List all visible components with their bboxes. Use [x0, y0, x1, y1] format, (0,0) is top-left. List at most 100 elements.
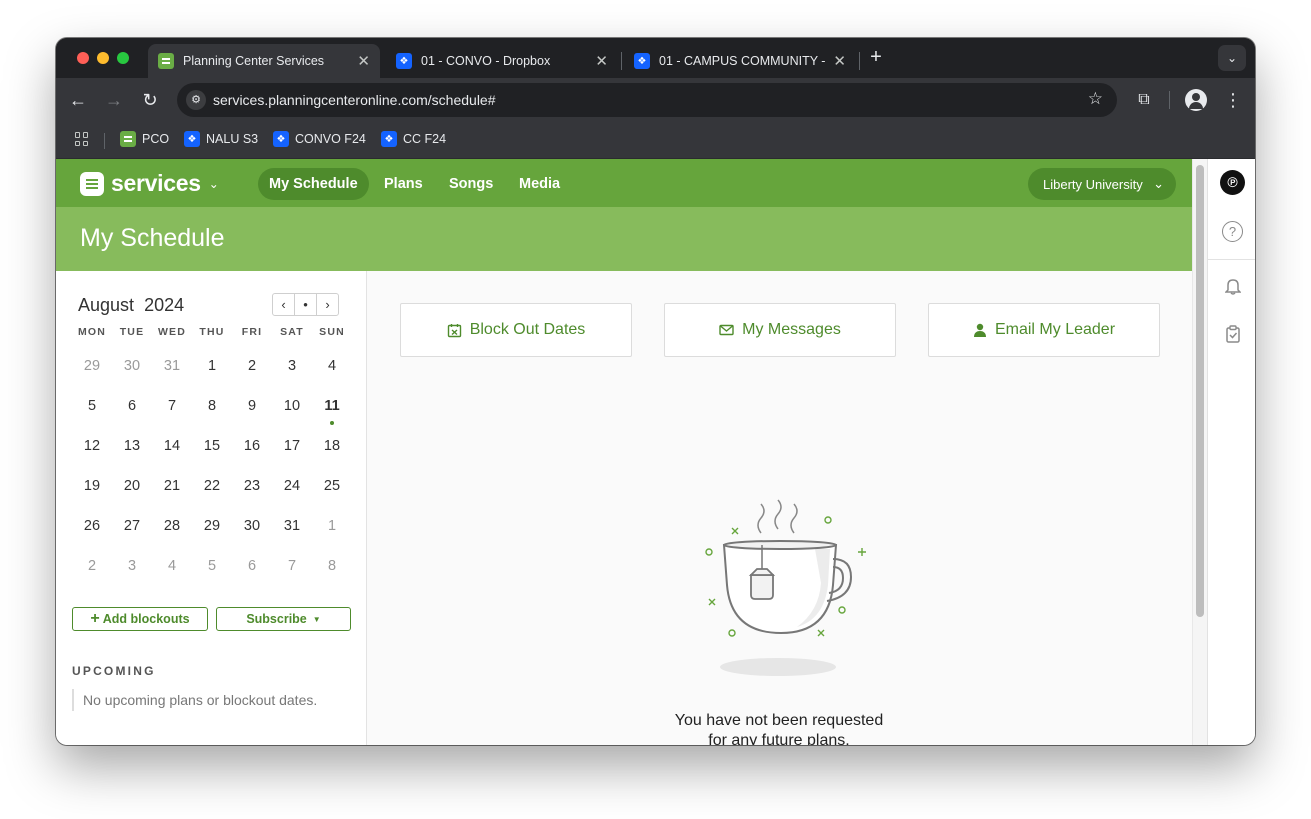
site-settings-icon[interactable]: ⚙: [186, 90, 206, 110]
nav-media[interactable]: Media: [508, 168, 571, 200]
browser-tab-convo-dropbox[interactable]: ❖ 01 - CONVO - Dropbox ✕: [386, 44, 618, 78]
calendar-day[interactable]: 12: [72, 438, 112, 454]
calendar-day[interactable]: 29: [192, 518, 232, 534]
calendar-day[interactable]: 3: [112, 558, 152, 574]
calendar-day[interactable]: 6: [112, 398, 152, 414]
close-tab-icon[interactable]: ✕: [357, 52, 370, 70]
nav-label: Songs: [449, 176, 494, 192]
calendar-day[interactable]: 19: [72, 478, 112, 494]
subscribe-button[interactable]: Subscribe ▼: [216, 607, 351, 631]
calendar-day[interactable]: 2: [72, 558, 112, 574]
calendar-day[interactable]: 14: [152, 438, 192, 454]
organization-name: Liberty University: [1043, 176, 1143, 192]
calendar-day[interactable]: 4: [152, 558, 192, 574]
browser-menu-icon[interactable]: ⋮: [1221, 88, 1245, 112]
tab-search-button[interactable]: ⌄: [1218, 45, 1246, 71]
calendar-day[interactable]: 31: [272, 518, 312, 534]
close-tab-icon[interactable]: ✕: [833, 52, 846, 70]
calendar-day[interactable]: 31: [152, 358, 192, 374]
close-window-button[interactable]: [77, 52, 89, 64]
calendar-day[interactable]: 30: [112, 358, 152, 374]
back-button[interactable]: ←: [66, 88, 90, 112]
bookmark-star-icon[interactable]: ☆: [1088, 89, 1103, 109]
minimize-window-button[interactable]: [97, 52, 109, 64]
calendar-day[interactable]: 7: [152, 398, 192, 414]
today-button[interactable]: •: [294, 293, 317, 316]
new-tab-button[interactable]: +: [866, 47, 886, 69]
calendar-day[interactable]: 1: [192, 358, 232, 374]
calendar-day[interactable]: 5: [192, 558, 232, 574]
calendar-day[interactable]: 4: [312, 358, 352, 374]
calendar-day[interactable]: 26: [72, 518, 112, 534]
planning-center-icon: [120, 131, 136, 147]
close-tab-icon[interactable]: ✕: [595, 52, 608, 70]
next-month-button[interactable]: ›: [316, 293, 339, 316]
calendar-day[interactable]: 5: [72, 398, 112, 414]
notifications-bell-icon[interactable]: [1222, 277, 1243, 298]
calendar-day[interactable]: 17: [272, 438, 312, 454]
bookmark-pco[interactable]: PCO: [120, 131, 169, 147]
reload-button[interactable]: ↻: [138, 88, 162, 112]
nav-plans[interactable]: Plans: [373, 168, 434, 200]
empty-state-line: for any future plans.: [708, 732, 850, 745]
tab-title: 01 - CAMPUS COMMUNITY -: [659, 54, 826, 68]
bookmark-cc-f24[interactable]: ❖ CC F24: [381, 131, 446, 147]
tab-divider: [859, 52, 860, 70]
bookmark-convo-f24[interactable]: ❖ CONVO F24: [273, 131, 366, 147]
extensions-icon[interactable]: ⧉: [1132, 88, 1156, 112]
empty-state-line: You have not been requested: [674, 712, 884, 729]
calendar-day[interactable]: 8: [192, 398, 232, 414]
calendar-day[interactable]: 22: [192, 478, 232, 494]
previous-month-button[interactable]: ‹: [272, 293, 295, 316]
calendar-day[interactable]: 2: [232, 358, 272, 374]
calendar-day[interactable]: 18: [312, 438, 352, 454]
calendar-day[interactable]: 27: [112, 518, 152, 534]
email-my-leader-button[interactable]: Email My Leader: [928, 303, 1160, 357]
maximize-window-button[interactable]: [117, 52, 129, 64]
calendar-day[interactable]: 30: [232, 518, 272, 534]
nav-songs[interactable]: Songs: [438, 168, 504, 200]
calendar-day[interactable]: 25: [312, 478, 352, 494]
weekday-label: TUE: [119, 326, 145, 338]
add-blockouts-button[interactable]: + Add blockouts: [72, 607, 208, 631]
planning-center-logo-icon[interactable]: ℗: [1220, 170, 1245, 195]
calendar-day[interactable]: 23: [232, 478, 272, 494]
teacup-illustration: [687, 493, 867, 683]
calendar-day[interactable]: 8: [312, 558, 352, 574]
block-out-dates-button[interactable]: Block Out Dates: [400, 303, 632, 357]
browser-tab-planning-center[interactable]: Planning Center Services ✕: [148, 44, 380, 78]
bookmark-nalu-s3[interactable]: ❖ NALU S3: [184, 131, 258, 147]
calendar-day[interactable]: 16: [232, 438, 272, 454]
calendar-day[interactable]: 28: [152, 518, 192, 534]
calendar-day[interactable]: 6: [232, 558, 272, 574]
help-icon[interactable]: ?: [1222, 221, 1243, 242]
calendar-day[interactable]: 29: [72, 358, 112, 374]
calendar-day[interactable]: 13: [112, 438, 152, 454]
calendar-day[interactable]: 21: [152, 478, 192, 494]
calendar-day[interactable]: 20: [112, 478, 152, 494]
calendar-week-row: 2345678: [72, 546, 352, 586]
address-bar[interactable]: ⚙ services.planningcenteronline.com/sche…: [177, 83, 1117, 117]
calendar-day[interactable]: 9: [232, 398, 272, 414]
calendar-day[interactable]: 15: [192, 438, 232, 454]
profile-avatar-icon[interactable]: [1185, 89, 1207, 111]
calendar-day[interactable]: 10: [272, 398, 312, 414]
nav-my-schedule[interactable]: My Schedule: [258, 168, 369, 200]
page-title: My Schedule: [80, 224, 225, 252]
calendar-day[interactable]: 7: [272, 558, 312, 574]
organization-switcher[interactable]: Liberty University ⌄: [1028, 168, 1176, 200]
my-messages-button[interactable]: My Messages: [664, 303, 896, 357]
calendar-day[interactable]: 3: [272, 358, 312, 374]
clipboard-check-icon[interactable]: [1222, 325, 1243, 346]
forward-button[interactable]: →: [102, 88, 126, 112]
page-scrollbar[interactable]: [1192, 159, 1207, 745]
browser-tab-campus-community[interactable]: ❖ 01 - CAMPUS COMMUNITY - ✕: [624, 44, 856, 78]
calendar-day-today[interactable]: 11: [312, 398, 352, 425]
apps-grid-icon[interactable]: [75, 132, 89, 146]
scrollbar-thumb[interactable]: [1196, 165, 1204, 617]
calendar-day[interactable]: 24: [272, 478, 312, 494]
services-logo[interactable]: services ⌄: [80, 170, 219, 197]
calendar-day[interactable]: 1: [312, 518, 352, 534]
nav-label: My Schedule: [269, 176, 358, 192]
url-text[interactable]: services.planningcenteronline.com/schedu…: [213, 92, 496, 108]
